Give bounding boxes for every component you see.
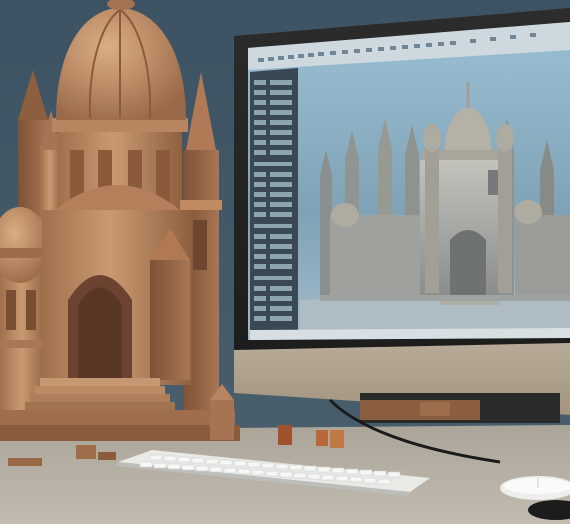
monitor [234, 8, 570, 423]
scene [0, 0, 570, 524]
app-status-bar [250, 328, 570, 340]
